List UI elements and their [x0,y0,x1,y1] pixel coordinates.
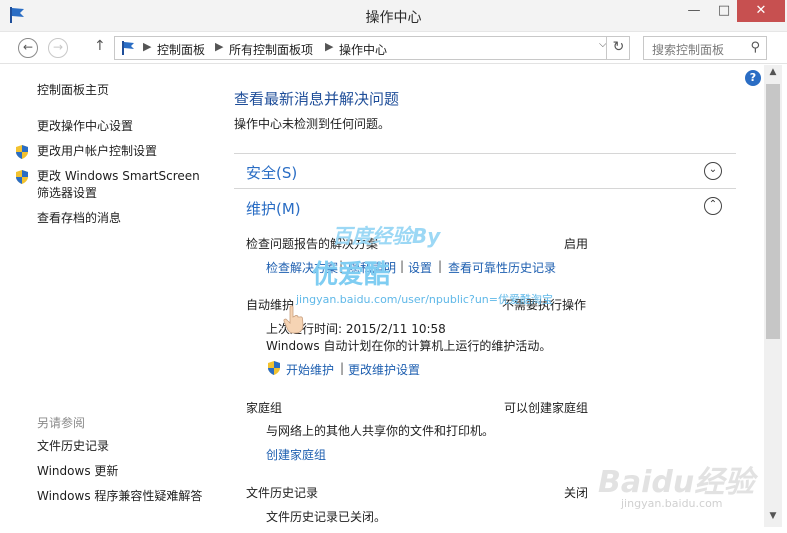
page-subtitle: 操作中心未检测到任何问题。 [234,117,391,131]
file-history-status: 关闭 [564,486,589,500]
breadcrumb-all-items[interactable]: 所有控制面板项 [229,41,313,58]
baidu-watermark-logo: Baidu经验 [598,465,755,500]
breadcrumb-action-center[interactable]: 操作中心 [339,41,387,58]
uac-shield-icon [268,361,280,375]
breadcrumb-separator-icon[interactable]: ▶ [215,40,223,53]
homegroup-label: 家庭组 [246,401,283,415]
close-button[interactable]: ✕ [737,0,785,22]
page-title: 查看最新消息并解决问题 [234,90,400,108]
refresh-button[interactable]: ↻ [606,36,630,60]
reliability-history-link[interactable]: 查看可靠性历史记录 [448,259,556,276]
file-history-desc: 文件历史记录已关闭。 [266,510,387,524]
action-center-flag-icon [122,41,134,55]
sidebar-item-archived-messages[interactable]: 查看存档的消息 [37,210,121,227]
see-also-heading: 另请参阅 [37,416,86,430]
vertical-scrollbar[interactable]: ▲ ▼ [764,65,782,527]
section-divider [234,188,736,189]
title-bar: 操作中心 — □ ✕ [0,0,787,32]
see-also-windows-update[interactable]: Windows 更新 [37,463,118,480]
address-bar[interactable]: ▶ 控制面板 ▶ 所有控制面板项 ▶ 操作中心 ⌵ [114,36,630,60]
see-also-compatibility[interactable]: Windows 程序兼容性疑难解答 [37,488,202,505]
sidebar-item-change-settings[interactable]: 更改操作中心设置 [37,118,133,135]
section-divider [234,153,736,154]
up-button[interactable]: ↑ [94,38,106,54]
link-separator: | [438,259,443,273]
homegroup-status: 可以创建家庭组 [504,401,589,415]
problem-reports-status: 启用 [564,237,589,251]
settings-link[interactable]: 设置 [408,259,432,276]
chevron-up-icon[interactable]: ⌃ [704,197,722,215]
sidebar-item-uac[interactable]: 更改用户帐户控制设置 [37,143,157,160]
breadcrumb-control-panel[interactable]: 控制面板 [157,41,205,58]
breadcrumb-separator-icon[interactable]: ▶ [325,40,333,53]
watermark-overlay-name: 优爱酷 [312,260,391,290]
breadcrumb-separator-icon[interactable]: ▶ [143,40,151,53]
section-security-title[interactable]: 安全(S) [246,162,297,183]
watermark-overlay-url: jingyan.baidu.com/user/npublic?un=优爱酷淘宝 [296,293,553,306]
sidebar-item-home[interactable]: 控制面板主页 [37,82,109,99]
watermark-overlay-title: 百度经验By [332,224,441,248]
window-title: 操作中心 [365,10,422,26]
search-placeholder: 搜索控制面板 [652,43,725,57]
sidebar-item-smartscreen[interactable]: 更改 Windows SmartScreen [37,168,200,185]
maximize-button[interactable]: □ [709,0,739,22]
scroll-thumb[interactable] [766,84,780,339]
scroll-down-icon[interactable]: ▼ [764,511,782,525]
navigation-bar: ← → ↑ ▶ 控制面板 ▶ 所有控制面板项 ▶ 操作中心 ⌵ ↻ 搜索控制面板… [0,32,787,64]
sidebar-item-smartscreen-line2[interactable]: 筛选器设置 [37,185,97,202]
search-input[interactable]: 搜索控制面板 ⚲ [643,36,767,60]
create-homegroup-link[interactable]: 创建家庭组 [266,446,326,463]
forward-button[interactable]: → [48,38,68,58]
back-button[interactable]: ← [18,38,38,58]
homegroup-desc: 与网络上的其他人共享你的文件和打印机。 [266,424,495,438]
auto-maintenance-desc: Windows 自动计划在你的计算机上运行的维护活动。 [266,339,552,353]
scroll-up-icon[interactable]: ▲ [764,67,782,81]
section-maintenance-title[interactable]: 维护(M) [246,198,301,219]
start-maintenance-link[interactable]: 开始维护 [286,361,334,378]
see-also-file-history[interactable]: 文件历史记录 [37,438,109,455]
link-separator: | [400,259,405,273]
search-icon[interactable]: ⚲ [750,40,760,55]
minimize-button[interactable]: — [679,0,709,22]
chevron-down-icon[interactable]: ⌄ [704,162,722,180]
sidebar: 控制面板主页 更改操作中心设置 更改用户帐户控制设置 更改 Windows Sm… [0,65,222,533]
uac-shield-icon [16,170,28,184]
change-maintenance-settings-link[interactable]: 更改维护设置 [348,361,420,378]
baidu-watermark-url: jingyan.baidu.com [621,497,723,510]
hand-cursor-icon [283,305,304,334]
uac-shield-icon [16,145,28,159]
file-history-label: 文件历史记录 [246,486,319,500]
link-separator: | [340,361,345,375]
